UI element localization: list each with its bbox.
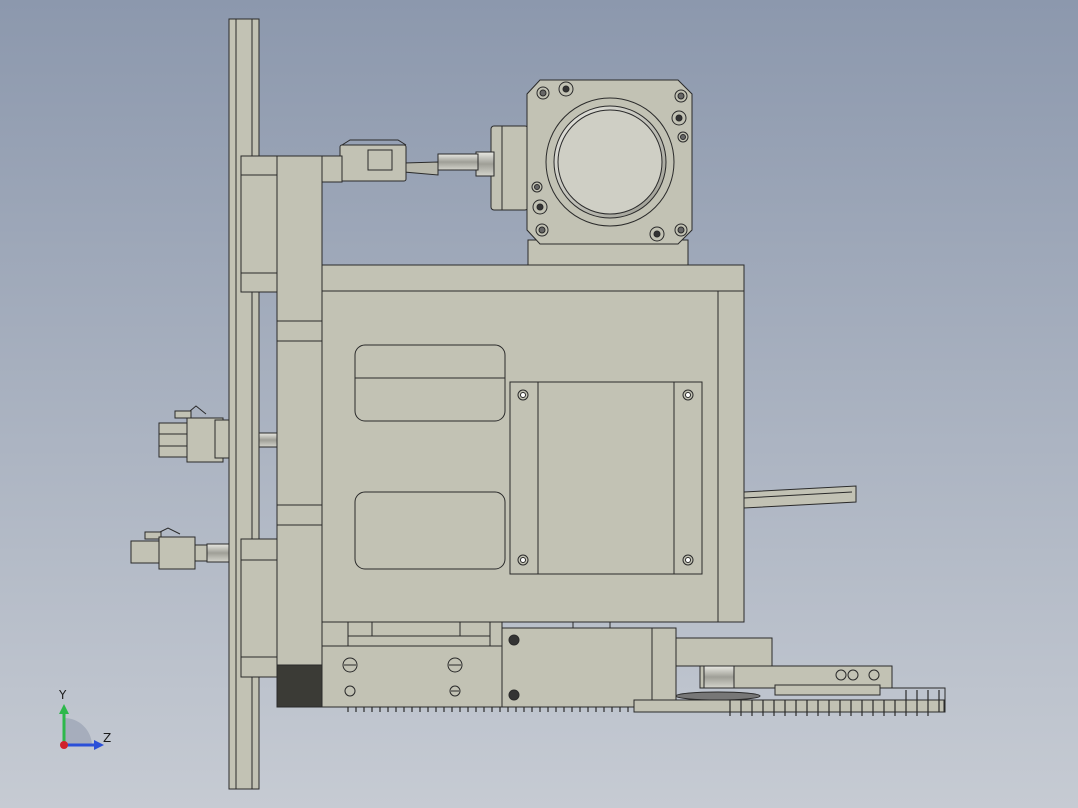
- y-axis-arrowhead: [59, 704, 69, 714]
- axis-triad: [59, 704, 104, 750]
- connector-lower[interactable]: [130, 527, 230, 570]
- y-axis-label: Y: [59, 688, 67, 702]
- cad-viewport[interactable]: Y Z: [0, 0, 1078, 808]
- triad-arc: [64, 718, 92, 745]
- bottom-base[interactable]: [276, 621, 677, 708]
- comb-assembly[interactable]: [633, 637, 946, 713]
- assembly-model[interactable]: [0, 0, 1078, 808]
- carriage-web: [276, 340, 323, 506]
- motor-cable-assembly[interactable]: [321, 125, 529, 211]
- x-axis-dot: [60, 741, 68, 749]
- stepper-motor[interactable]: [526, 79, 693, 245]
- z-axis-label: Z: [103, 731, 112, 745]
- cover-plate[interactable]: [509, 381, 703, 575]
